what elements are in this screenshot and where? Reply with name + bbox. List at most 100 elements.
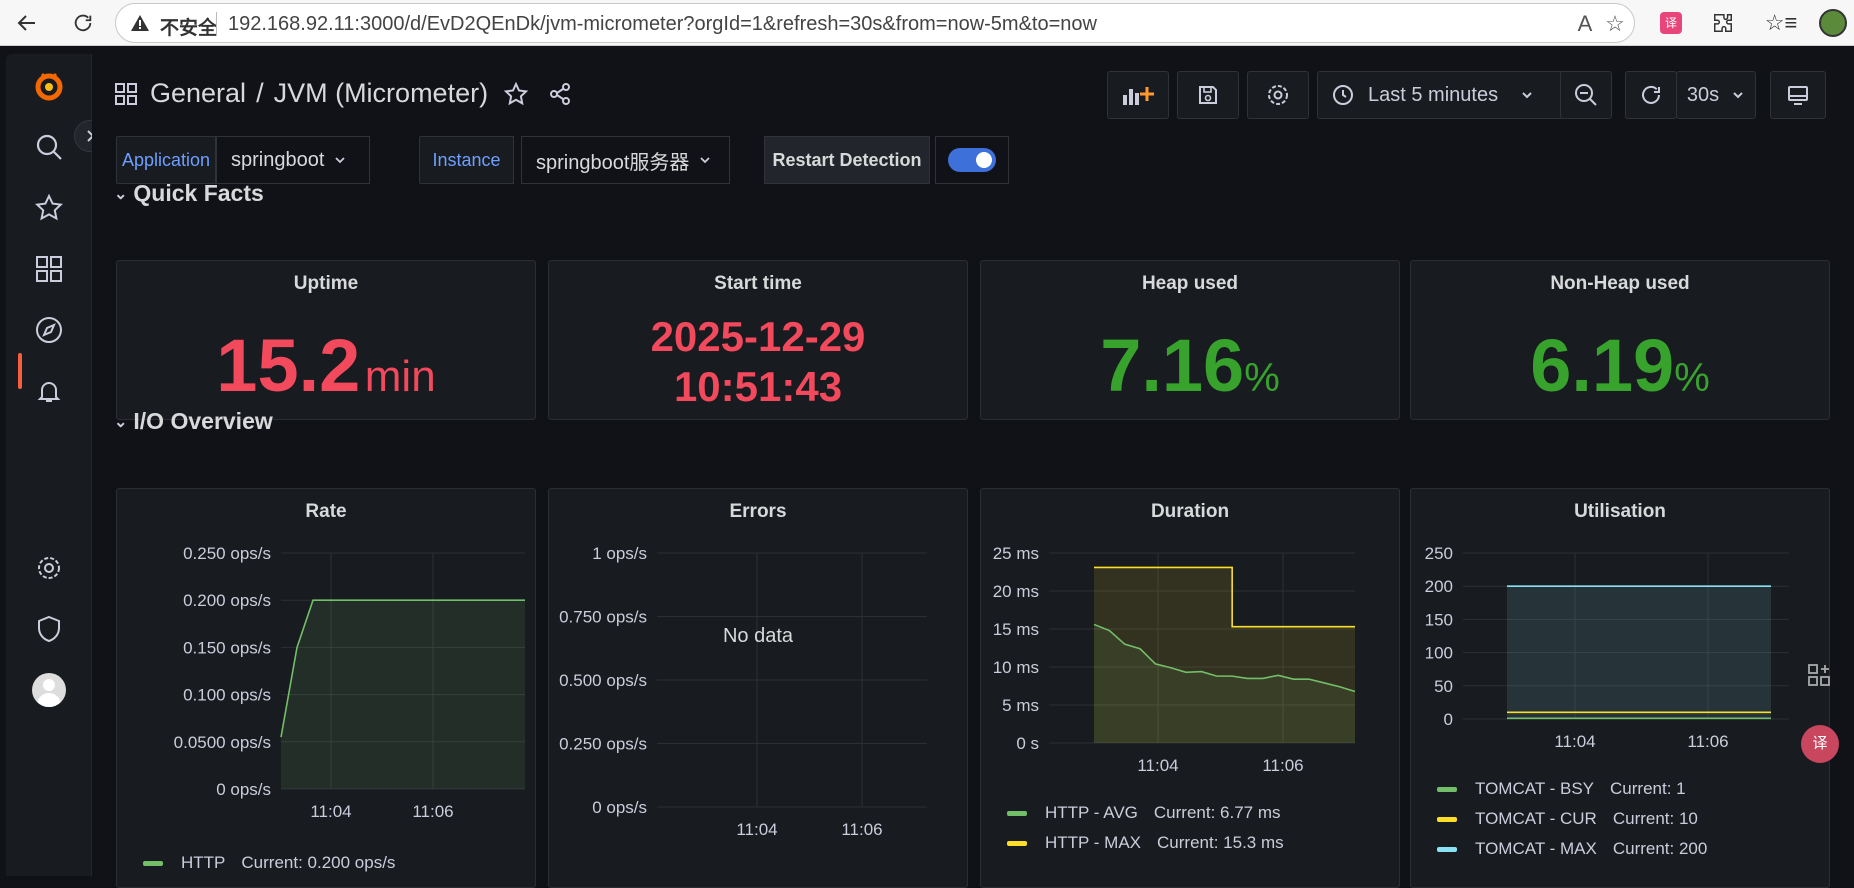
y-tick-label: 0.250 ops/s	[183, 544, 271, 563]
toggle-switch[interactable]	[948, 148, 996, 172]
legend-item[interactable]: HTTP - AVG Current: 6.77 ms	[1007, 803, 1281, 823]
legend-item[interactable]: TOMCAT - BSY Current: 1	[1437, 779, 1686, 799]
non-heap-used-stat-panel[interactable]: Non-Heap used 6.19%	[1410, 260, 1830, 420]
y-tick-label: 1 ops/s	[592, 544, 647, 563]
starred-icon[interactable]	[31, 190, 67, 226]
errors-graph-panel[interactable]: Errors 0 ops/s 0.250 ops/s 0.500 ops/s 0.75…	[548, 488, 968, 888]
application-variable-select[interactable]: springboot	[216, 136, 370, 184]
legend-item[interactable]: TOMCAT - MAX Current: 200	[1437, 839, 1707, 859]
dashboard-main: General / JVM (Micrometer) Last 5 minute…	[92, 54, 1854, 888]
dashboards-icon[interactable]	[31, 251, 67, 287]
profile-avatar-icon[interactable]	[1818, 8, 1848, 38]
start-time-stat-panel[interactable]: Start time 2025-12-29 10:51:43	[548, 260, 968, 420]
heap-used-stat-panel[interactable]: Heap used 7.16%	[980, 260, 1400, 420]
sidebar-apps-icon[interactable]	[1800, 656, 1840, 696]
y-tick-label: 25 ms	[993, 544, 1039, 563]
panel-title: Rate	[305, 501, 347, 522]
favorite-star-icon[interactable]: ☆	[1603, 12, 1627, 36]
user-avatar[interactable]	[31, 672, 67, 708]
dashboard-settings-button[interactable]	[1247, 71, 1309, 119]
y-tick-label: 250	[1425, 544, 1453, 563]
x-tick-label: 11:04	[310, 802, 351, 821]
url-text[interactable]: 192.168.92.11:3000/d/EvD2QEnDk/jvm-micro…	[228, 13, 1097, 36]
y-tick-label: 5 ms	[1002, 696, 1039, 715]
http-series-area	[281, 600, 525, 789]
share-icon[interactable]	[548, 82, 572, 106]
uptime-stat-panel[interactable]: Uptime 15.2 min	[116, 260, 536, 420]
application-variable-value: springboot	[231, 148, 325, 171]
y-tick-label: 100	[1425, 644, 1453, 663]
read-aloud-icon[interactable]: A	[1573, 12, 1597, 36]
start-time-date: 2025-12-29	[650, 313, 866, 360]
active-indicator	[18, 353, 22, 389]
tomcat-max-area	[1507, 586, 1771, 719]
explore-compass-icon[interactable]	[31, 312, 67, 348]
non-heap-used-unit: %	[1674, 356, 1710, 400]
panel-title: Errors	[729, 501, 787, 522]
restart-detection-toggle[interactable]	[935, 136, 1009, 184]
legend-swatch	[1437, 786, 1457, 792]
favorite-star-icon[interactable]	[504, 81, 529, 106]
legend-item[interactable]: HTTP Current: 0.200 ops/s	[143, 853, 395, 873]
heap-used-number: 7.16	[1100, 324, 1245, 407]
legend-item[interactable]: HTTP - MAX Current: 15.3 ms	[1007, 833, 1284, 853]
reload-icon[interactable]	[68, 8, 98, 38]
legend-series-name: TOMCAT - MAX	[1475, 839, 1597, 858]
legend-series-name: HTTP - MAX	[1045, 833, 1142, 852]
favorites-list-icon[interactable]: ☆≡	[1765, 8, 1798, 38]
add-panel-button[interactable]	[1107, 71, 1169, 119]
panel-title: Uptime	[293, 273, 359, 294]
legend-item[interactable]: TOMCAT - CUR Current: 10	[1437, 809, 1698, 829]
chevron-down-icon	[1522, 92, 1532, 99]
grafana-logo-icon[interactable]	[31, 68, 67, 104]
extensions-icon[interactable]	[1708, 8, 1738, 38]
rate-graph-panel[interactable]: Rate 0 ops/s 0.0500 ops/s 0.100 ops/s 0.150…	[116, 488, 536, 888]
refresh-interval-picker[interactable]: 30s	[1676, 71, 1756, 119]
row-title: Quick Facts	[133, 180, 264, 206]
non-heap-used-value: 6.19%	[1411, 323, 1829, 408]
y-tick-label: 50	[1434, 677, 1453, 696]
translate-extension-icon[interactable]: 译	[1656, 8, 1686, 38]
panel-title: Heap used	[1141, 273, 1239, 294]
search-icon[interactable]	[31, 129, 67, 165]
row-title: I/O Overview	[133, 408, 273, 434]
chevron-down-icon	[700, 157, 711, 164]
panel-title: Start time	[714, 273, 802, 294]
y-tick-label: 200	[1425, 577, 1453, 596]
utilisation-graph-panel[interactable]: Utilisation 0 50 100 150 200 250 11:04 11:06 TO…	[1410, 488, 1830, 888]
configuration-gear-icon[interactable]	[31, 550, 67, 586]
row-io-overview[interactable]: ⌄ I/O Overview	[114, 408, 273, 435]
instance-variable-value: springboot服务器	[536, 151, 690, 174]
y-tick-label: 150	[1425, 610, 1453, 629]
breadcrumb-folder[interactable]: General	[150, 78, 246, 109]
instance-variable-select[interactable]: springboot服务器	[521, 136, 730, 184]
time-range-picker[interactable]: Last 5 minutes	[1317, 71, 1567, 119]
alerting-bell-icon[interactable]	[31, 373, 67, 409]
duration-graph-panel[interactable]: Duration 0 s 5 ms 10 ms 15 ms 20 ms 25 ms 11:0…	[980, 488, 1400, 888]
back-icon[interactable]	[12, 8, 42, 38]
page-title[interactable]: JVM (Micrometer)	[274, 78, 489, 109]
panel-title: Non-Heap used	[1550, 273, 1690, 294]
non-heap-used-number: 6.19	[1530, 324, 1675, 407]
save-dashboard-button[interactable]	[1177, 71, 1239, 119]
legend-series-name: HTTP	[181, 853, 226, 872]
zoom-out-button[interactable]	[1560, 71, 1612, 119]
tv-mode-button[interactable]	[1770, 71, 1826, 119]
server-admin-shield-icon[interactable]	[31, 611, 67, 647]
legend-current-value: Current: 200	[1612, 839, 1708, 858]
errors-chart: 0 ops/s 0.250 ops/s 0.500 ops/s 0.750 ops/s…	[559, 544, 927, 839]
chevron-down-icon	[335, 157, 346, 164]
legend-current-value: Current: 6.77 ms	[1153, 803, 1281, 822]
y-tick-label: 10 ms	[993, 658, 1039, 677]
refresh-button[interactable]	[1625, 71, 1677, 119]
address-bar[interactable]: 不安全 192.168.92.11:3000/d/EvD2QEnDk/jvm-m…	[115, 3, 1635, 43]
browser-toolbar: 不安全 192.168.92.11:3000/d/EvD2QEnDk/jvm-m…	[0, 0, 1854, 46]
legend-swatch	[1007, 810, 1027, 816]
row-collapse-chevron-icon: ⌄	[114, 185, 128, 203]
floating-translate-icon[interactable]: 译	[1800, 724, 1840, 764]
legend-series-name: TOMCAT - CUR	[1475, 809, 1597, 828]
duration-chart: 0 s 5 ms 10 ms 15 ms 20 ms 25 ms 11:04 11:06	[993, 544, 1356, 775]
refresh-interval-label: 30s	[1686, 83, 1720, 106]
instance-variable-label: Instance	[419, 136, 514, 184]
row-quick-facts[interactable]: ⌄ Quick Facts	[114, 180, 264, 207]
